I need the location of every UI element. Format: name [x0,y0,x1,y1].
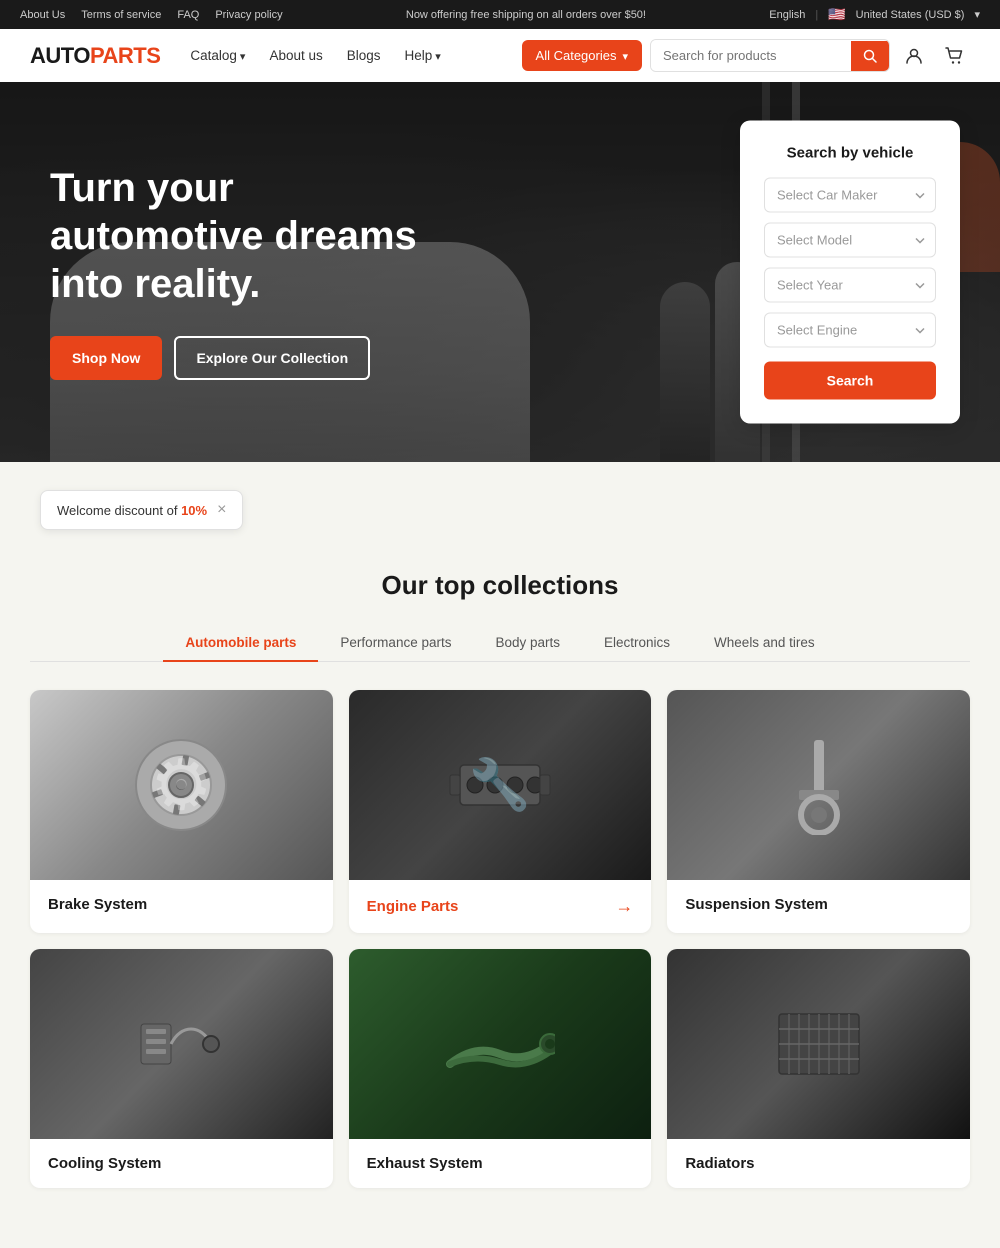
card-image-radiators [667,949,970,1139]
explore-button[interactable]: Explore Our Collection [174,336,370,380]
faq-link[interactable]: FAQ [177,9,199,21]
card-body-brake: Brake System [30,880,333,929]
tab-electronics[interactable]: Electronics [582,625,692,662]
card-exhaust[interactable]: Exhaust System [349,949,652,1188]
help-chevron [435,48,441,63]
collections-tabs: Automobile parts Performance parts Body … [30,625,970,662]
hero-section: Turn your automotive dreams into reality… [0,82,1000,462]
about-us-link[interactable]: About Us [20,9,65,21]
hero-buttons: Shop Now Explore Our Collection [50,336,450,380]
logo-auto: AUTO [30,43,90,68]
model-select[interactable]: Select Model [764,223,936,258]
card-body-exhaust: Exhaust System [349,1139,652,1188]
main-nav: Catalog About us Blogs Help [180,42,501,69]
cards-row-2: Cooling System Exhaust System [30,949,970,1188]
privacy-link[interactable]: Privacy policy [215,9,282,21]
card-engine-parts[interactable]: Engine Parts → [349,690,652,933]
engine-icon [440,745,560,825]
card-title-suspension: Suspension System [685,896,952,913]
catalog-chevron [240,48,246,63]
hero-title: Turn your automotive dreams into reality… [50,164,450,308]
vehicle-search-panel: Search by vehicle Select Car Maker Selec… [740,121,960,424]
vehicle-search-button[interactable]: Search [764,362,936,400]
all-categories-button[interactable]: All Categories [522,40,642,71]
nav-help[interactable]: Help [395,42,451,69]
shop-now-button[interactable]: Shop Now [50,336,162,380]
divider: | [815,9,818,21]
cooling-icon [131,1004,231,1084]
top-bar-announcement: Now offering free shipping on all orders… [406,9,646,21]
search-icon [863,49,877,63]
region-chevron [974,8,980,21]
welcome-text: Welcome discount of 10% [57,503,207,518]
search-bar [650,39,890,72]
card-suspension[interactable]: Suspension System [667,690,970,933]
panel-title: Search by vehicle [764,145,936,162]
top-bar: About Us Terms of service FAQ Privacy po… [0,0,1000,29]
card-title-engine: Engine Parts → [367,896,634,917]
card-title-cooling: Cooling System [48,1155,315,1172]
terms-link[interactable]: Terms of service [81,9,161,21]
tab-performance-parts[interactable]: Performance parts [318,625,473,662]
person-1 [660,282,710,462]
hero-content: Turn your automotive dreams into reality… [0,114,500,430]
card-body-radiators: Radiators [667,1139,970,1188]
user-icon [904,46,924,66]
header: AUTOPARTS Catalog About us Blogs Help Al… [0,29,1000,82]
card-brake-system[interactable]: Brake System [30,690,333,933]
top-bar-links: About Us Terms of service FAQ Privacy po… [20,9,283,21]
header-right: All Categories [522,39,970,72]
logo[interactable]: AUTOPARTS [30,43,160,69]
tab-wheels-tires[interactable]: Wheels and tires [692,625,837,662]
card-title-exhaust: Exhaust System [367,1155,634,1172]
arrow-right-icon: → [615,896,633,917]
collections-title: Our top collections [30,570,970,601]
cards-row-1: Brake System Engine Parts → [30,690,970,933]
search-input[interactable] [651,40,851,71]
card-image-cooling [30,949,333,1139]
card-image-brake [30,690,333,880]
card-title-brake: Brake System [48,896,315,913]
nav-about[interactable]: About us [259,42,332,69]
logo-parts: PARTS [90,43,160,68]
car-maker-select[interactable]: Select Car Maker [764,178,936,213]
user-icon-button[interactable] [898,40,930,72]
card-body-engine: Engine Parts → [349,880,652,933]
collections-section: Our top collections Automobile parts Per… [0,530,1000,1228]
categories-chevron [622,48,628,63]
card-title-radiators: Radiators [685,1155,952,1172]
exhaust-icon [445,1004,555,1084]
flag-icon: 🇺🇸 [828,6,845,23]
search-button[interactable] [851,41,889,71]
tab-automobile-parts[interactable]: Automobile parts [163,625,318,662]
cart-icon-button[interactable] [938,40,970,72]
year-select[interactable]: Select Year [764,268,936,303]
language-selector[interactable]: English [769,9,805,21]
discount-value: 10% [181,503,207,518]
cart-icon [944,46,964,66]
nav-blogs[interactable]: Blogs [337,42,391,69]
welcome-toast-wrapper: Welcome discount of 10% × [0,462,1000,530]
nav-catalog[interactable]: Catalog [180,42,255,69]
card-image-exhaust [349,949,652,1139]
suspension-icon [779,735,859,835]
region-selector[interactable]: United States (USD $) [856,9,965,21]
tab-body-parts[interactable]: Body parts [473,625,582,662]
card-cooling[interactable]: Cooling System [30,949,333,1188]
welcome-toast: Welcome discount of 10% × [40,490,243,530]
radiator-icon [769,1004,869,1084]
card-image-engine [349,690,652,880]
brake-disc-icon [131,735,231,835]
card-image-suspension [667,690,970,880]
card-radiators[interactable]: Radiators [667,949,970,1188]
top-bar-right: English | 🇺🇸 United States (USD $) [769,6,980,23]
close-toast-button[interactable]: × [217,501,226,519]
engine-select[interactable]: Select Engine [764,313,936,348]
card-body-cooling: Cooling System [30,1139,333,1188]
card-body-suspension: Suspension System [667,880,970,929]
